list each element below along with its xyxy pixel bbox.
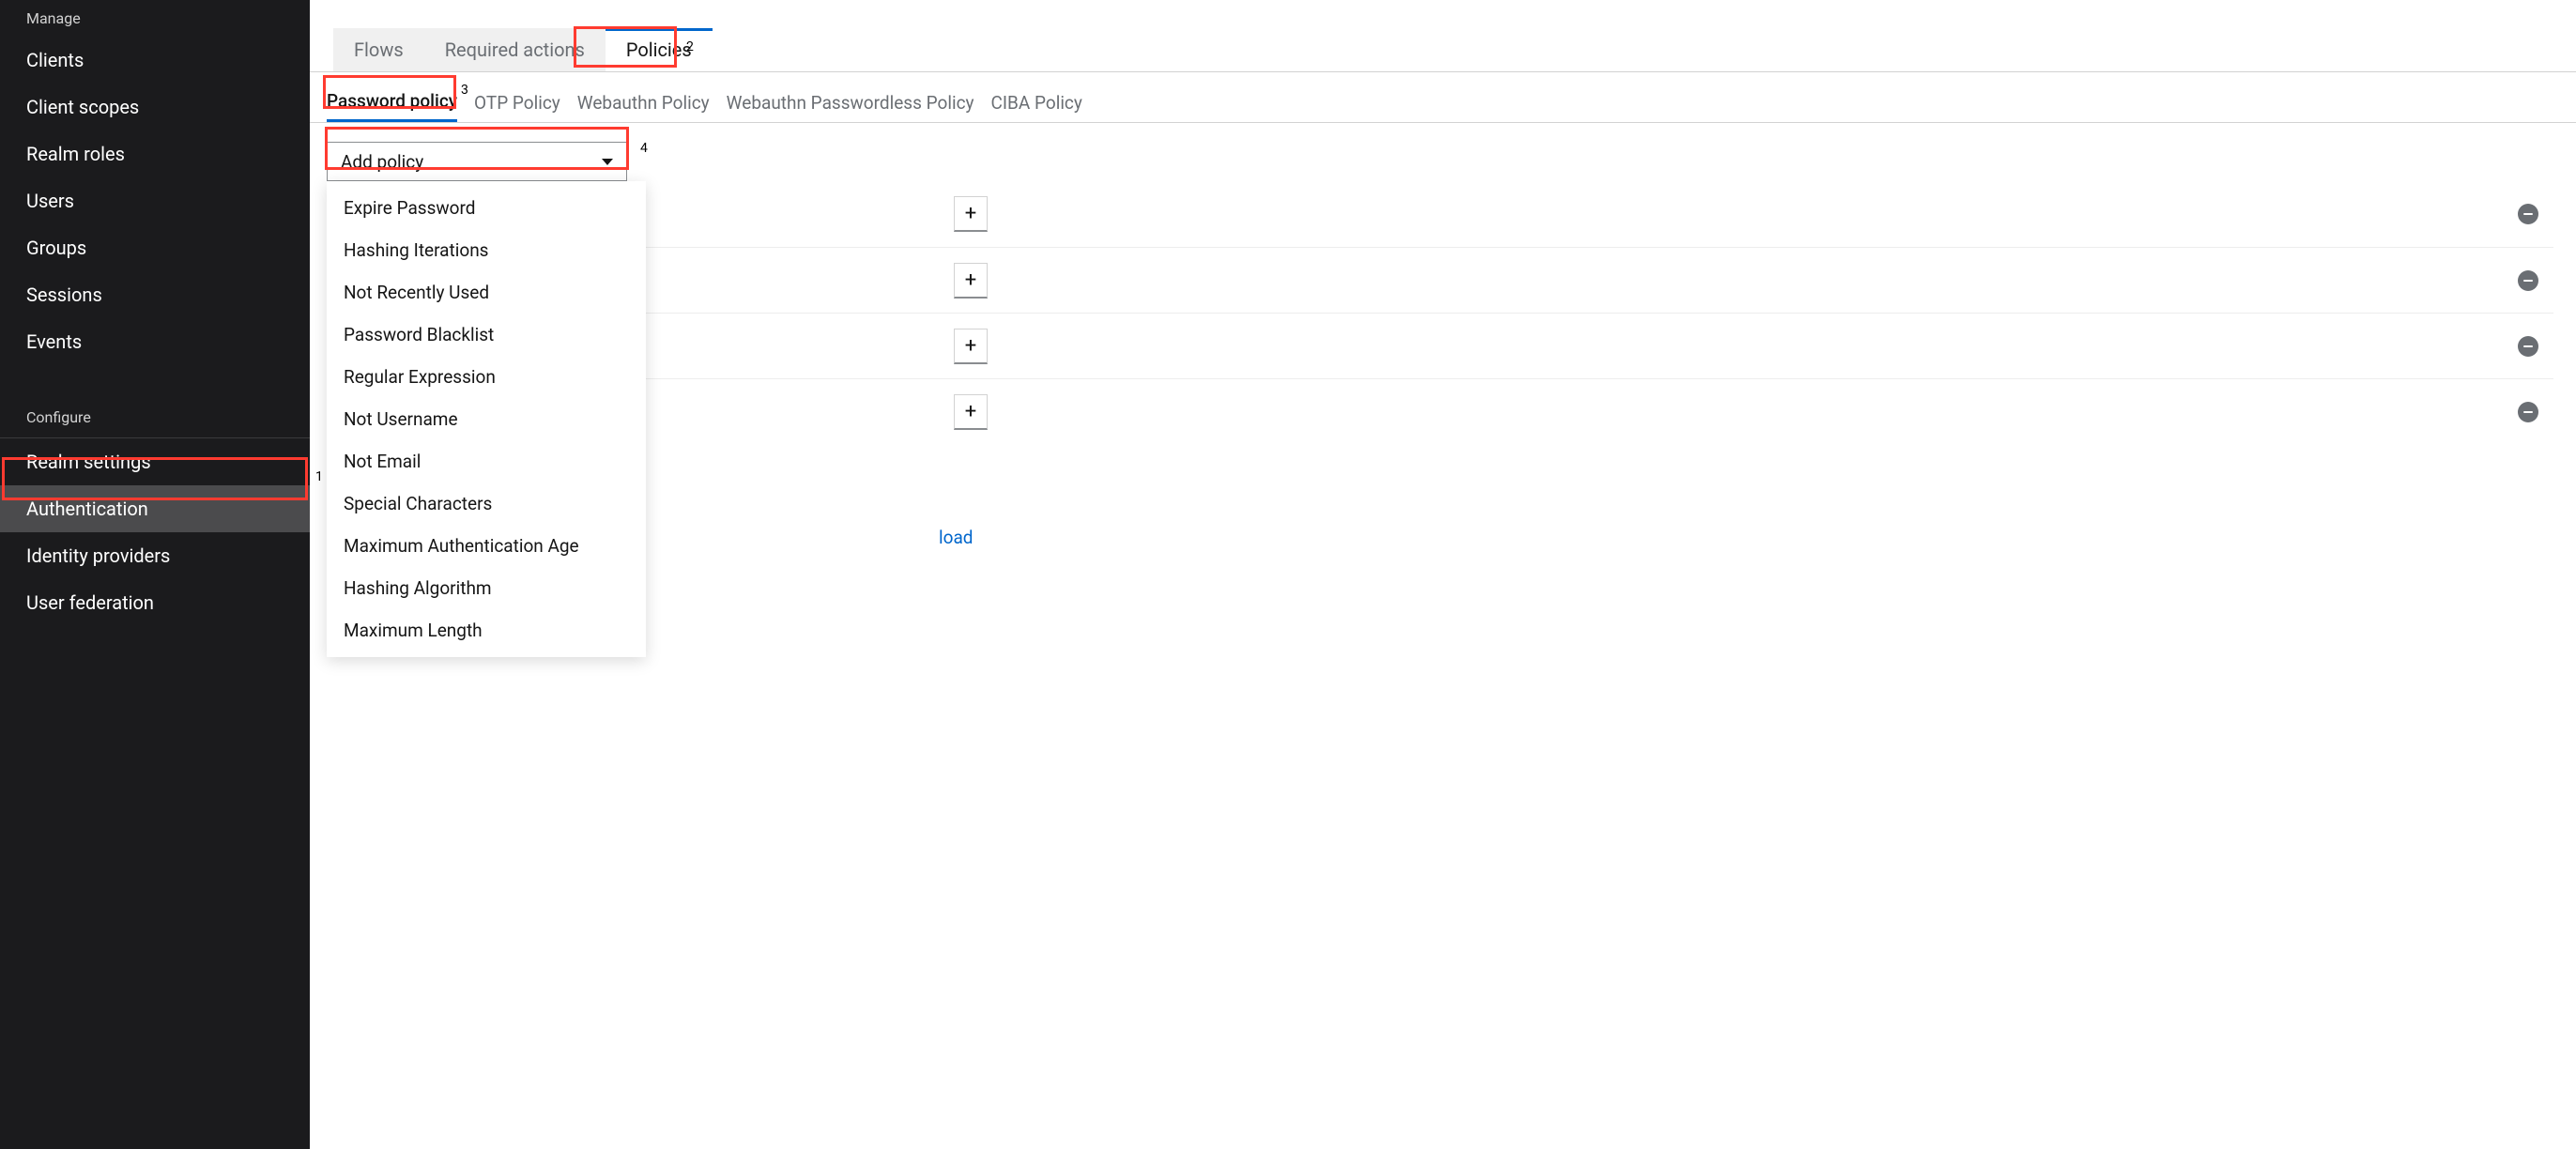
sidebar-item-realm-settings[interactable]: Realm settings xyxy=(0,438,310,485)
remove-policy-icon[interactable] xyxy=(2518,336,2538,357)
sidebar-item-groups[interactable]: Groups xyxy=(0,224,310,271)
policy-option-regular-expression[interactable]: Regular Expression xyxy=(327,356,646,398)
sidebar-section-manage: Manage xyxy=(0,0,310,37)
sidebar-item-realm-roles[interactable]: Realm roles xyxy=(0,130,310,177)
remove-policy-icon[interactable] xyxy=(2518,270,2538,291)
add-policy-label: Add policy xyxy=(341,151,423,173)
sidebar-item-clients[interactable]: Clients xyxy=(0,37,310,84)
increment-button[interactable]: + xyxy=(954,196,988,232)
policy-row: + xyxy=(327,378,2553,444)
add-policy-dropdown[interactable]: Add policy xyxy=(327,142,627,181)
policy-option-not-username[interactable]: Not Username xyxy=(327,398,646,440)
remove-policy-icon[interactable] xyxy=(2518,402,2538,422)
sidebar-item-sessions[interactable]: Sessions xyxy=(0,271,310,318)
policy-rows: + + + + xyxy=(327,181,2576,444)
increment-button[interactable]: + xyxy=(954,329,988,364)
tab-required-actions[interactable]: Required actions xyxy=(424,28,606,71)
policy-row: + xyxy=(327,247,2553,313)
increment-button[interactable]: + xyxy=(954,263,988,299)
policy-option-not-recently-used[interactable]: Not Recently Used xyxy=(327,271,646,314)
policy-option-max-auth-age[interactable]: Maximum Authentication Age xyxy=(327,525,646,567)
subtab-webauthn-passwordless-policy[interactable]: Webauthn Passwordless Policy xyxy=(727,84,974,121)
sidebar-item-user-federation[interactable]: User federation xyxy=(0,579,310,626)
policy-area: Add policy Expire Password Hashing Itera… xyxy=(310,123,2576,444)
subtab-webauthn-policy[interactable]: Webauthn Policy xyxy=(577,84,710,121)
top-tabs: Flows Required actions Policies xyxy=(333,28,2576,71)
subtab-ciba-policy[interactable]: CIBA Policy xyxy=(991,84,1082,121)
subtab-password-policy[interactable]: Password policy xyxy=(327,83,457,122)
policy-option-password-blacklist[interactable]: Password Blacklist xyxy=(327,314,646,356)
policy-row: + xyxy=(327,313,2553,378)
remove-policy-icon[interactable] xyxy=(2518,204,2538,224)
sub-tabs: Password policy OTP Policy Webauthn Poli… xyxy=(327,83,2576,122)
tab-flows[interactable]: Flows xyxy=(333,28,424,71)
increment-button[interactable]: + xyxy=(954,394,988,430)
sidebar: Manage Clients Client scopes Realm roles… xyxy=(0,0,310,1149)
add-policy-menu: Expire Password Hashing Iterations Not R… xyxy=(327,181,646,657)
policy-option-special-characters[interactable]: Special Characters xyxy=(327,483,646,525)
policy-row: + xyxy=(327,181,2553,247)
policy-option-hashing-algorithm[interactable]: Hashing Algorithm xyxy=(327,567,646,609)
policy-option-not-email[interactable]: Not Email xyxy=(327,440,646,483)
sidebar-item-client-scopes[interactable]: Client scopes xyxy=(0,84,310,130)
sidebar-item-authentication[interactable]: Authentication xyxy=(0,485,310,532)
chevron-down-icon xyxy=(602,159,613,165)
sidebar-item-identity-providers[interactable]: Identity providers xyxy=(0,532,310,579)
sidebar-section-configure: Configure xyxy=(0,399,310,438)
sidebar-item-events[interactable]: Events xyxy=(0,318,310,365)
subtab-otp-policy[interactable]: OTP Policy xyxy=(474,84,560,121)
policy-option-hashing-iterations[interactable]: Hashing Iterations xyxy=(327,229,646,271)
reload-link[interactable]: load xyxy=(939,527,974,548)
policy-option-expire-password[interactable]: Expire Password xyxy=(327,187,646,229)
sidebar-item-users[interactable]: Users xyxy=(0,177,310,224)
tab-policies[interactable]: Policies xyxy=(606,28,713,71)
main-content: Flows Required actions Policies Password… xyxy=(310,0,2576,1149)
policy-option-maximum-length[interactable]: Maximum Length xyxy=(327,609,646,651)
